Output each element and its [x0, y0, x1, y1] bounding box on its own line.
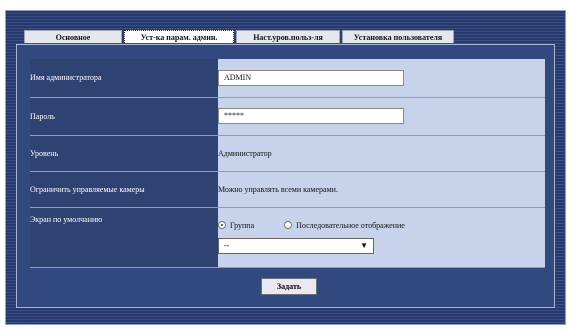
radio-sequence-button[interactable] [284, 221, 293, 229]
admin-settings-form: Имя администратора ADMIN Пароль ***** Ур… [30, 59, 545, 268]
default-screen-label: Экран по умолчанию [30, 207, 218, 268]
tab-bar: Основное Уст-ка парам. админ. Наст.уров.… [24, 30, 456, 44]
password-label: Пароль [30, 97, 218, 136]
admin-name-label: Имя администратора [30, 59, 218, 98]
group-select[interactable]: -- ▼ [218, 237, 374, 254]
group-select-value: -- [224, 241, 230, 250]
level-value: Администратор [218, 135, 545, 172]
row-admin-name: Имя администратора ADMIN [30, 59, 545, 98]
dropdown-arrow-icon: ▼ [360, 241, 368, 250]
tab-admin-settings[interactable]: Уст-ка парам. админ. [124, 30, 234, 43]
row-level: Уровень Администратор [30, 135, 545, 172]
radio-sequence-label: Последовательное отображение [296, 220, 405, 230]
row-default-screen: Экран по умолчанию Группа Последовательн… [30, 207, 545, 268]
tab-basic[interactable]: Основное [24, 30, 122, 43]
tab-user-setup[interactable]: Установка пользователя [342, 30, 454, 43]
row-password: Пароль ***** [30, 97, 545, 136]
submit-button[interactable]: Задать [261, 278, 317, 295]
limit-cameras-value: Можно управлять всеми камерами. [218, 171, 545, 208]
admin-name-input[interactable]: ADMIN [218, 69, 404, 86]
row-limit-cameras: Ограничить управляемые камеры Можно упра… [30, 171, 545, 208]
radio-group-label: Группа [230, 220, 255, 230]
tab-user-level[interactable]: Наст.уров.польз-ля [236, 30, 340, 43]
default-screen-cell: Группа Последовательное отображение -- ▼ [218, 207, 545, 268]
level-label: Уровень [30, 135, 218, 172]
default-screen-radios: Группа Последовательное отображение [218, 221, 545, 230]
admin-name-cell: ADMIN [218, 59, 545, 98]
radio-group-button[interactable] [218, 221, 226, 229]
password-cell: ***** [218, 97, 545, 136]
password-input[interactable]: ***** [218, 108, 404, 124]
limit-cameras-label: Ограничить управляемые камеры [30, 171, 218, 208]
